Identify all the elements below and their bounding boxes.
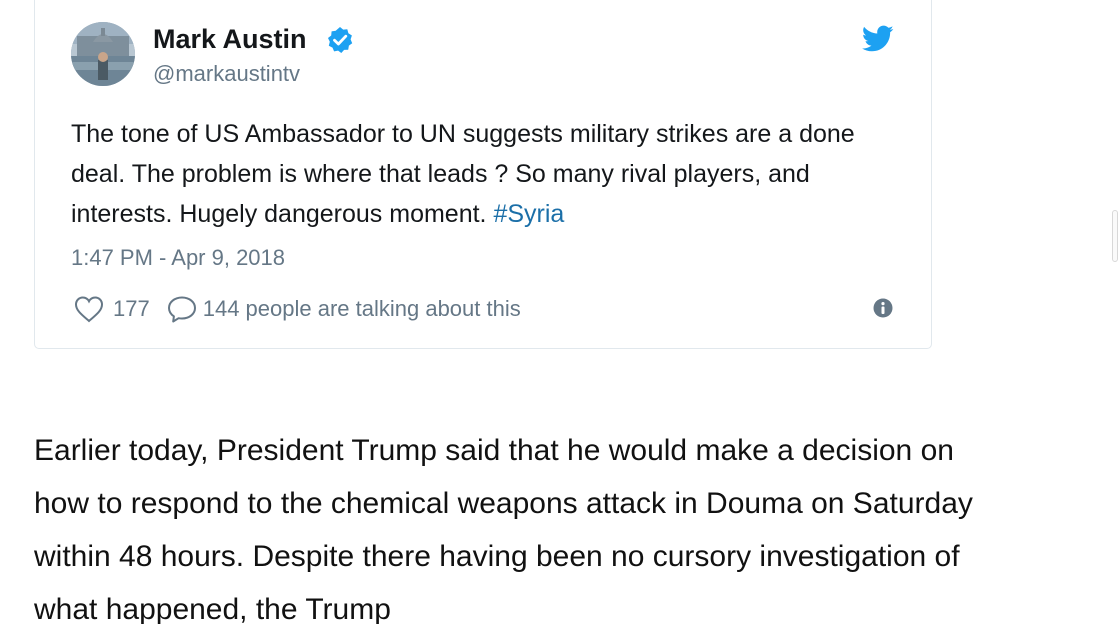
author-avatar[interactable] (71, 22, 135, 86)
tweet-body: The tone of US Ambassador to UN suggests… (71, 120, 855, 228)
info-icon[interactable] (873, 298, 893, 318)
tweet-timestamp[interactable]: 1:47 PM - Apr 9, 2018 (71, 243, 285, 273)
hashtag-link[interactable]: #Syria (493, 200, 564, 228)
twitter-bird-icon[interactable] (862, 25, 894, 53)
tweet-actions: 177 144 people are talking about this (73, 294, 521, 324)
avatar-photo (71, 22, 135, 86)
scrollbar-handle[interactable] (1112, 210, 1118, 262)
conversation-count-link[interactable]: 144 people are talking about this (203, 296, 521, 322)
author-handle[interactable]: @markaustintv (153, 60, 300, 88)
speech-bubble-icon[interactable] (166, 294, 198, 324)
like-count[interactable]: 177 (113, 296, 150, 322)
article-page: Mark Austin @markaustintv The tone of US… (0, 0, 1120, 624)
verified-badge-icon (328, 27, 353, 53)
article-paragraph: Earlier today, President Trump said that… (34, 434, 973, 624)
heart-icon[interactable] (73, 294, 105, 324)
author-name[interactable]: Mark Austin (153, 22, 307, 56)
tweet-text: The tone of US Ambassador to UN suggests… (71, 114, 901, 234)
